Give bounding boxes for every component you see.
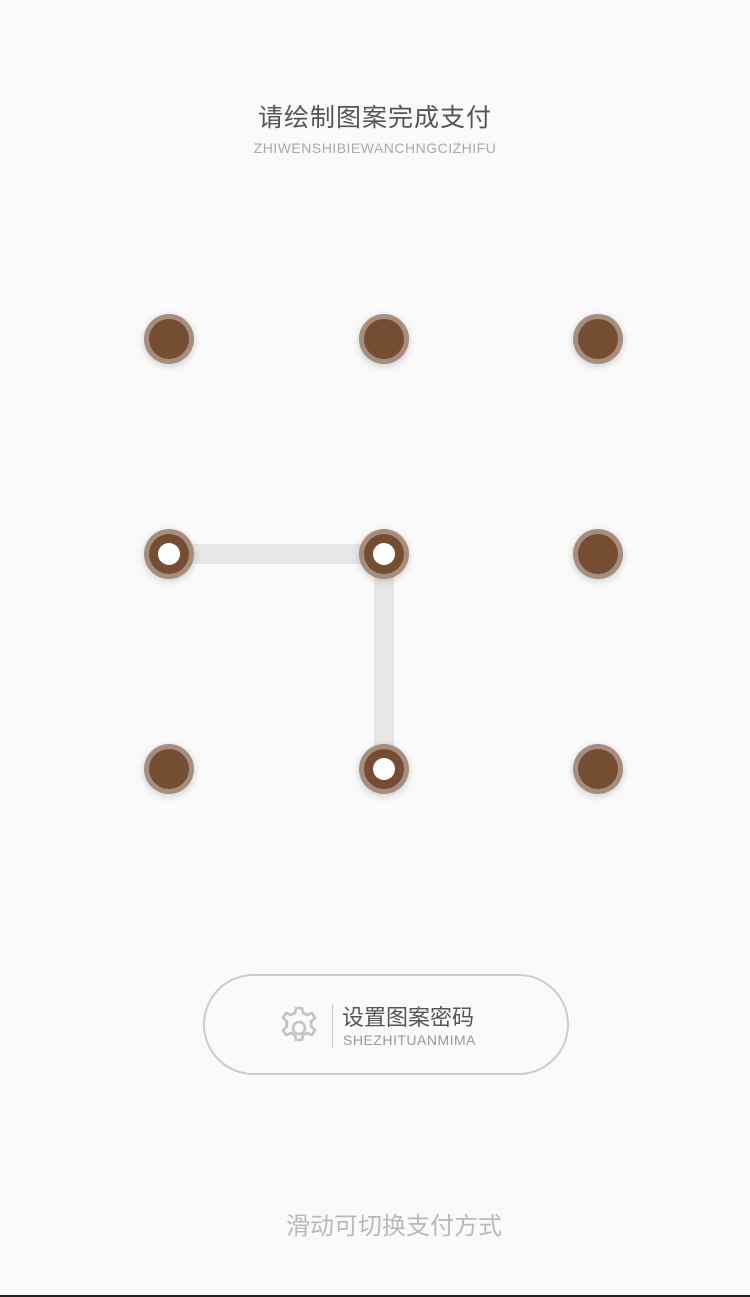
set-pattern-label: 设置图案密码 bbox=[342, 1006, 475, 1031]
set-pattern-sublabel: SHEZHITUANMIMA bbox=[343, 1032, 476, 1048]
pattern-dot-7[interactable] bbox=[144, 744, 194, 794]
dot-selected-indicator bbox=[158, 543, 180, 565]
set-pattern-password-button[interactable]: 设置图案密码 SHEZHITUANMIMA bbox=[203, 974, 569, 1075]
pattern-payment-screen: 请绘制图案完成支付 ZHIWENSHIBIEWANCHNGCIZHIFU 设置图… bbox=[0, 0, 750, 1297]
pattern-dot-9[interactable] bbox=[573, 744, 623, 794]
dot-selected-indicator bbox=[373, 758, 395, 780]
pattern-dot-3[interactable] bbox=[573, 314, 623, 364]
pattern-lock-grid[interactable] bbox=[0, 0, 750, 1297]
pattern-dot-1[interactable] bbox=[144, 314, 194, 364]
gear-icon bbox=[281, 1006, 317, 1042]
pattern-dot-4[interactable] bbox=[144, 529, 194, 579]
button-divider bbox=[332, 1004, 333, 1048]
pattern-path bbox=[169, 544, 394, 769]
pattern-dot-8[interactable] bbox=[359, 744, 409, 794]
pattern-dot-2[interactable] bbox=[359, 314, 409, 364]
pattern-dot-6[interactable] bbox=[573, 529, 623, 579]
switch-payment-hint: 滑动可切换支付方式 bbox=[286, 1212, 502, 1240]
dot-selected-indicator bbox=[373, 543, 395, 565]
pattern-dot-5[interactable] bbox=[359, 529, 409, 579]
